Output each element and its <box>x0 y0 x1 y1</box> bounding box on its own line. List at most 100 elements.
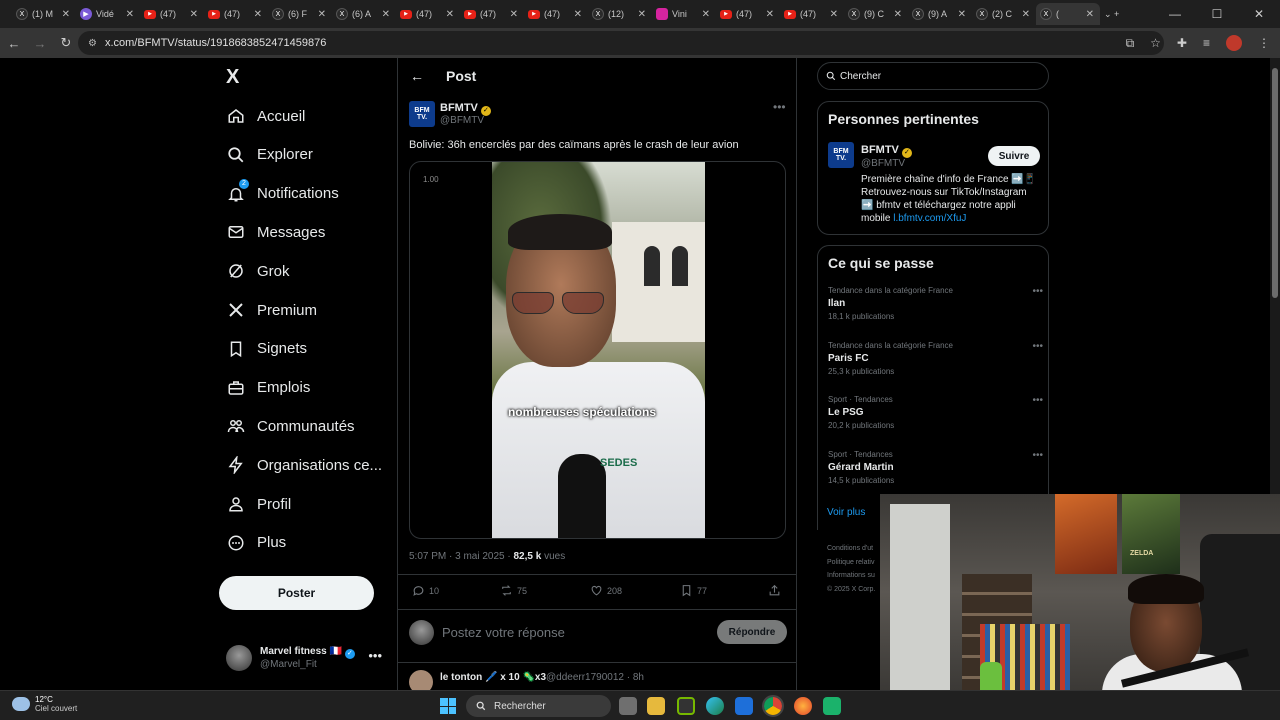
browser-tab[interactable]: X (1) M ✕ <box>12 3 76 25</box>
edge-icon[interactable] <box>706 697 724 715</box>
windows-start-icon[interactable] <box>440 698 456 714</box>
browser-tab[interactable]: ▶ Vidé ✕ <box>76 3 140 25</box>
close-tab-icon[interactable]: ✕ <box>446 9 454 20</box>
browser-tab[interactable]: X (9) C ✕ <box>844 3 908 25</box>
nav-item-communautés[interactable]: Communautés <box>226 413 396 439</box>
forward-icon[interactable]: → <box>28 36 52 51</box>
like-button[interactable]: 208 <box>590 584 622 597</box>
browser-tab[interactable]: ▶ (47) ✕ <box>140 3 204 25</box>
firefox-icon[interactable] <box>794 697 812 715</box>
close-tab-icon[interactable]: ✕ <box>510 9 518 20</box>
browser-tab[interactable]: X (6) F ✕ <box>268 3 332 25</box>
browser-tab[interactable]: ▶ (47) ✕ <box>780 3 844 25</box>
x-logo-icon[interactable]: X <box>226 66 246 88</box>
maximize-icon[interactable]: ☐ <box>1196 7 1238 21</box>
account-switcher[interactable]: Marvel fitness 🇫🇷 ✓ @Marvel_Fit ••• <box>226 642 386 674</box>
minimize-icon[interactable]: — <box>1154 7 1196 21</box>
weather-widget[interactable]: 12°C Ciel couvert <box>12 695 77 713</box>
trend-item[interactable]: Tendance dans la catégorie France Paris F… <box>828 341 1043 376</box>
close-tab-icon[interactable]: ✕ <box>382 9 390 20</box>
post-button[interactable]: Poster <box>219 576 374 610</box>
close-tab-icon[interactable]: ✕ <box>574 9 582 20</box>
follow-button[interactable]: Suivre <box>988 146 1040 166</box>
extensions-icon[interactable]: ✚ <box>1177 36 1187 50</box>
more-options-icon[interactable]: ••• <box>1032 450 1043 461</box>
nav-item-messages[interactable]: Messages <box>226 219 396 245</box>
reply-input[interactable]: Postez votre réponse <box>442 625 565 640</box>
address-bar[interactable]: ⚙ x.com/BFMTV/status/1918683852471459876 <box>78 31 1164 55</box>
nav-item-profil[interactable]: Profil <box>226 491 396 517</box>
more-options-icon[interactable]: ••• <box>1032 395 1043 406</box>
share-button[interactable] <box>768 584 781 597</box>
author-avatar[interactable]: BFM TV. <box>409 101 435 127</box>
close-window-icon[interactable]: ✕ <box>1238 7 1280 21</box>
trend-item[interactable]: Sport · Tendances Gérard Martin 14,5 k pub… <box>828 450 1043 485</box>
author-name[interactable]: BFMTV ✓ <box>440 102 491 116</box>
menu-list-icon[interactable]: ≡ <box>1203 36 1210 50</box>
nav-item-grok[interactable]: Grok <box>226 258 396 284</box>
nav-item-signets[interactable]: Signets <box>226 336 396 362</box>
footer-link[interactable]: Politique relativ <box>827 559 874 566</box>
reply-submit-button[interactable]: Répondre <box>717 620 787 644</box>
tab-list-icon[interactable]: ⌄ + <box>1100 3 1130 25</box>
bio-link[interactable]: l.bfmtv.com/XfuJ <box>893 213 966 224</box>
close-tab-icon[interactable]: ✕ <box>766 9 774 20</box>
search-input[interactable]: Chercher <box>817 62 1049 90</box>
playback-speed[interactable]: 1.00 <box>423 175 439 184</box>
browser-tab[interactable]: X (12) ✕ <box>588 3 652 25</box>
browser-tab[interactable]: X (6) A ✕ <box>332 3 396 25</box>
close-tab-icon[interactable]: ✕ <box>318 9 326 20</box>
browser-tab[interactable]: ▶ (47) ✕ <box>204 3 268 25</box>
nav-item-premium[interactable]: Premium <box>226 297 396 323</box>
browser-tab[interactable]: ▶ (47) ✕ <box>524 3 588 25</box>
nav-item-emplois[interactable]: Emplois <box>226 375 396 401</box>
more-options-icon[interactable]: ••• <box>773 100 786 114</box>
close-tab-icon[interactable]: ✕ <box>1086 9 1094 20</box>
task-view-icon[interactable] <box>619 697 637 715</box>
browser-tab[interactable]: ▶ (47) ✕ <box>460 3 524 25</box>
more-options-icon[interactable]: ••• <box>368 648 382 663</box>
close-tab-icon[interactable]: ✕ <box>126 9 134 20</box>
bookmark-button[interactable]: 77 <box>680 584 707 597</box>
more-options-icon[interactable]: ••• <box>1032 341 1043 352</box>
close-tab-icon[interactable]: ✕ <box>1022 9 1030 20</box>
footer-link[interactable]: Conditions d'ut <box>827 545 873 552</box>
close-tab-icon[interactable]: ✕ <box>958 9 966 20</box>
footer-link[interactable]: Informations su <box>827 572 875 579</box>
close-tab-icon[interactable]: ✕ <box>62 9 70 20</box>
browser-tab[interactable]: ▶ (47) ✕ <box>396 3 460 25</box>
more-options-icon[interactable]: ••• <box>1032 286 1043 297</box>
close-tab-icon[interactable]: ✕ <box>638 9 646 20</box>
taskbar-search[interactable]: Rechercher <box>466 695 611 717</box>
close-tab-icon[interactable]: ✕ <box>702 9 710 20</box>
browser-tab[interactable]: ▶ (47) ✕ <box>716 3 780 25</box>
nav-item-accueil[interactable]: Accueil <box>226 103 396 129</box>
author-handle[interactable]: @BFMTV <box>440 115 484 126</box>
browser-tab[interactable]: X (9) A ✕ <box>908 3 972 25</box>
video-player[interactable]: 1.00 SEDES nombreuses spéculations <box>409 161 786 539</box>
browser-tab[interactable]: X (✕ <box>1036 3 1100 25</box>
repost-button[interactable]: 75 <box>500 584 527 597</box>
nvidia-icon[interactable] <box>677 697 695 715</box>
back-icon[interactable]: ← <box>2 36 26 51</box>
nav-item-plus[interactable]: Plus <box>226 530 396 556</box>
kebab-menu-icon[interactable]: ⋮ <box>1258 36 1270 50</box>
profile-handle[interactable]: @BFMTV <box>861 158 905 169</box>
browser-tab[interactable]: Vini ✕ <box>652 3 716 25</box>
app-icon[interactable] <box>823 697 841 715</box>
close-tab-icon[interactable]: ✕ <box>830 9 838 20</box>
file-explorer-icon[interactable] <box>647 697 665 715</box>
scrollbar-thumb[interactable] <box>1272 68 1278 298</box>
show-more-link[interactable]: Voir plus <box>827 507 865 518</box>
store-icon[interactable] <box>735 697 753 715</box>
browser-profile-avatar[interactable] <box>1226 35 1242 51</box>
video-frame[interactable]: SEDES nombreuses spéculations <box>492 162 705 538</box>
site-info-icon[interactable]: ⚙ <box>88 38 97 49</box>
install-icon[interactable]: ⧉ <box>1126 36 1135 51</box>
nav-item-organisations-ce[interactable]: Organisations ce... <box>226 452 396 478</box>
bfmtv-avatar[interactable]: BFM TV. <box>828 142 854 168</box>
close-tab-icon[interactable]: ✕ <box>894 9 902 20</box>
star-icon[interactable]: ☆ <box>1150 36 1161 50</box>
reply-item[interactable]: le tonton 🖊️ x 10 🦠x3 @ddeerr1790012 · 8… <box>409 670 789 690</box>
back-arrow-icon[interactable]: ← <box>410 68 430 84</box>
